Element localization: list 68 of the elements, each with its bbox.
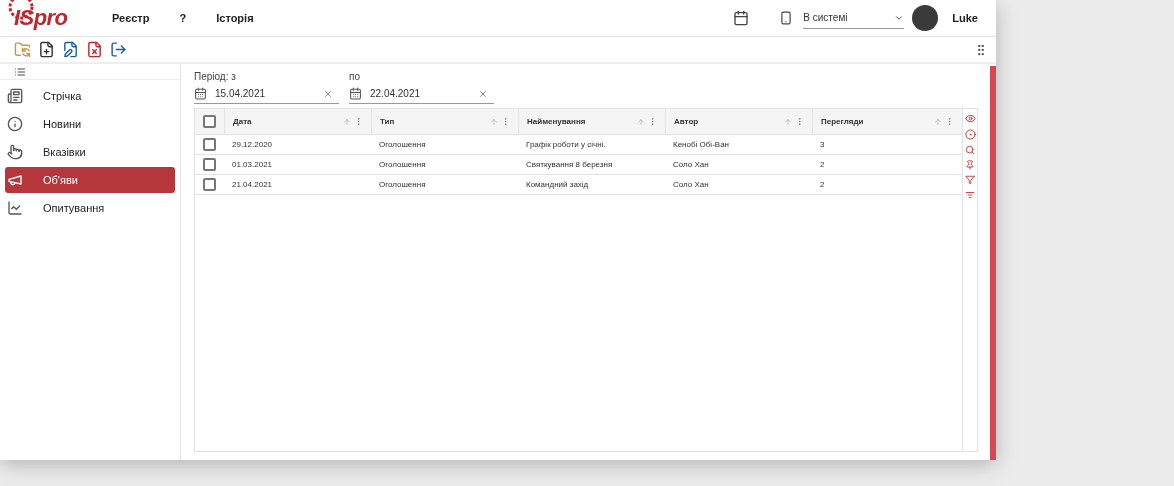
column-header[interactable]: Найменування — [527, 115, 637, 128]
table-cell-text: Оголошення — [378, 158, 427, 171]
row-checkbox[interactable] — [203, 138, 216, 151]
table-cell-text: 3 — [819, 138, 826, 151]
sidebar-item[interactable]: Опитування — [5, 195, 175, 221]
date-field[interactable]: 15.04.2021 — [194, 84, 339, 104]
date-label: Період: з — [194, 70, 237, 84]
calendar-icon[interactable] — [733, 10, 750, 26]
table-cell-text: Оголошення — [378, 138, 427, 151]
row-checkbox[interactable] — [203, 158, 216, 171]
exit-icon[interactable] — [110, 41, 127, 58]
scrollbar[interactable] — [990, 66, 996, 460]
column-menu-icon[interactable] — [354, 117, 363, 126]
row-checkbox[interactable] — [203, 178, 216, 191]
filter-icon[interactable] — [965, 175, 975, 185]
menu-item-icon — [7, 200, 23, 216]
menu-item[interactable]: ? — [179, 9, 187, 27]
date-label: по — [349, 70, 361, 84]
clear-icon[interactable] — [478, 88, 488, 99]
edit-file-icon[interactable] — [62, 41, 79, 58]
avatar[interactable] — [912, 5, 939, 31]
table-cell-text: Соло Хан — [672, 158, 710, 171]
table-cell-text: Кенобі Обі-Ван — [672, 138, 730, 151]
menu-item-icon — [7, 88, 23, 104]
calendar-icon — [194, 87, 207, 100]
user-name[interactable]: Luke — [952, 9, 978, 27]
table-cell-text: Графік роботи у січні. — [525, 138, 607, 151]
view-icon[interactable] — [964, 113, 976, 124]
menu-item[interactable]: Реєстр — [112, 9, 150, 27]
logo: ISpro — [14, 7, 68, 29]
table-cell-text: 29.12.2020 — [231, 138, 274, 151]
new-file-icon[interactable] — [38, 41, 55, 58]
folder-icon[interactable] — [14, 41, 31, 58]
table-cell-text: Святкування 8 березня — [525, 158, 614, 171]
table-cell-text: Соло Хан — [672, 178, 710, 191]
column-header[interactable]: Автор — [674, 115, 784, 128]
search-icon[interactable] — [965, 145, 975, 155]
column-menu-icon[interactable] — [945, 117, 954, 126]
pin-icon[interactable] — [965, 160, 975, 170]
sidebar-item[interactable]: Об'яви — [5, 167, 175, 193]
column-header[interactable]: Дата — [233, 115, 343, 128]
select-all-checkbox[interactable] — [203, 115, 216, 128]
menu-item-icon — [7, 172, 23, 188]
status-select[interactable]: В системі — [803, 7, 905, 29]
date-field[interactable]: 22.04.2021 — [349, 84, 494, 104]
menu-item-icon — [7, 116, 23, 132]
menu-item-icon — [7, 144, 23, 160]
column-menu-icon[interactable] — [795, 117, 804, 126]
menu-item[interactable]: Історія — [216, 9, 254, 27]
clear-icon[interactable] — [323, 88, 333, 99]
column-menu-icon[interactable] — [648, 117, 657, 126]
column-header[interactable]: Тип — [380, 115, 490, 128]
delete-file-icon[interactable] — [86, 41, 103, 58]
column-header[interactable]: Перегляди — [821, 115, 934, 128]
table-cell-text: Оголошення — [378, 178, 427, 191]
calendar-icon — [349, 87, 362, 100]
sidebar-item[interactable]: Вказівки — [5, 139, 175, 165]
table-cell-text: 21.04.2021 — [231, 178, 274, 191]
column-menu-icon[interactable] — [501, 117, 510, 126]
table-cell-text: 2 — [819, 178, 826, 191]
table-cell-text: 2 — [819, 158, 826, 171]
table-cell-text: 01.03.2021 — [231, 158, 274, 171]
sidebar-item[interactable]: Новини — [5, 111, 175, 137]
phone-icon[interactable] — [779, 10, 794, 26]
list-toggle-icon[interactable] — [14, 65, 26, 78]
sort-lines-icon[interactable] — [965, 190, 975, 200]
table-cell-text: Командний захід — [525, 178, 590, 191]
sidebar-item[interactable]: Стрічка — [5, 83, 175, 109]
